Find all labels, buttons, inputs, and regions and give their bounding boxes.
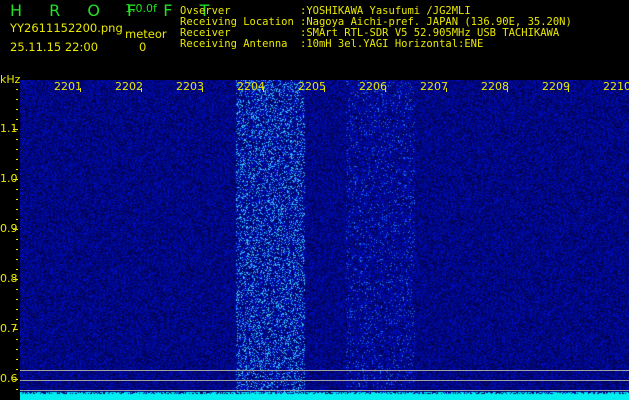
x-tick-mark: [446, 88, 447, 92]
y-minor-tick: [16, 319, 18, 320]
x-tick-label: 2209: [542, 80, 570, 93]
y-tick-mark: [13, 129, 18, 130]
x-tick-mark: [202, 88, 203, 92]
y-minor-tick: [16, 299, 18, 300]
x-tick-label: 2207: [420, 80, 448, 93]
x-tick-mark: [507, 88, 508, 92]
y-minor-tick: [16, 349, 18, 350]
x-tick-label: 2210: [603, 80, 629, 93]
y-minor-tick: [16, 109, 18, 110]
y-tick-mark: [13, 329, 18, 330]
x-tick-label: 2206: [359, 80, 387, 93]
y-tick-mark: [13, 379, 18, 380]
info-row-antenna: Receiving Antenna :10mH 3el.YAGI Horizont…: [180, 39, 572, 50]
x-tick-mark: [263, 88, 264, 92]
y-minor-tick: [16, 289, 18, 290]
reference-line: [20, 370, 629, 371]
y-minor-tick: [16, 209, 18, 210]
station-info: Ovserver:YOSHIKAWA Yasufumi /JG2MLI Rece…: [180, 6, 572, 50]
datetime-label: 25.11.15 22:00: [10, 40, 99, 54]
y-tick-mark: [13, 279, 18, 280]
version-label: 1.0.0f: [125, 2, 157, 15]
meteor-count: 0: [139, 40, 147, 54]
y-minor-tick: [16, 189, 18, 190]
y-minor-tick: [16, 89, 18, 90]
y-minor-tick: [16, 309, 18, 310]
y-minor-tick: [16, 239, 18, 240]
x-tick-label: 2205: [298, 80, 326, 93]
x-tick-label: 2204: [237, 80, 265, 93]
x-tick-mark: [324, 88, 325, 92]
y-minor-tick: [16, 219, 18, 220]
info-value: :10mH 3el.YAGI Horizontal:ENE: [300, 38, 484, 50]
y-minor-tick: [16, 169, 18, 170]
y-minor-tick: [16, 359, 18, 360]
y-tick-mark: [13, 229, 18, 230]
y-minor-tick: [16, 369, 18, 370]
spectrogram: [20, 80, 629, 400]
y-minor-tick: [16, 149, 18, 150]
x-tick-mark: [80, 88, 81, 92]
x-tick-label: 2202: [115, 80, 143, 93]
y-minor-tick: [16, 339, 18, 340]
x-tick-label: 2203: [176, 80, 204, 93]
y-minor-tick: [16, 259, 18, 260]
x-tick-mark: [141, 88, 142, 92]
reference-line: [20, 380, 629, 381]
filename-label: YY2611152200.png: [10, 21, 123, 35]
y-minor-tick: [16, 139, 18, 140]
reference-line: [20, 390, 629, 391]
y-minor-tick: [16, 99, 18, 100]
y-minor-tick: [16, 199, 18, 200]
y-minor-tick: [16, 249, 18, 250]
x-tick-mark: [568, 88, 569, 92]
y-minor-tick: [16, 119, 18, 120]
y-minor-tick: [16, 389, 18, 390]
y-tick-mark: [13, 179, 18, 180]
y-minor-tick: [16, 159, 18, 160]
x-tick-label: 2208: [481, 80, 509, 93]
x-tick-label: 2201: [54, 80, 82, 93]
x-tick-mark: [385, 88, 386, 92]
y-axis-unit: kHz: [0, 73, 21, 86]
info-key: Receiving Antenna: [180, 38, 288, 50]
y-minor-tick: [16, 269, 18, 270]
meteor-label: meteor: [125, 27, 167, 41]
